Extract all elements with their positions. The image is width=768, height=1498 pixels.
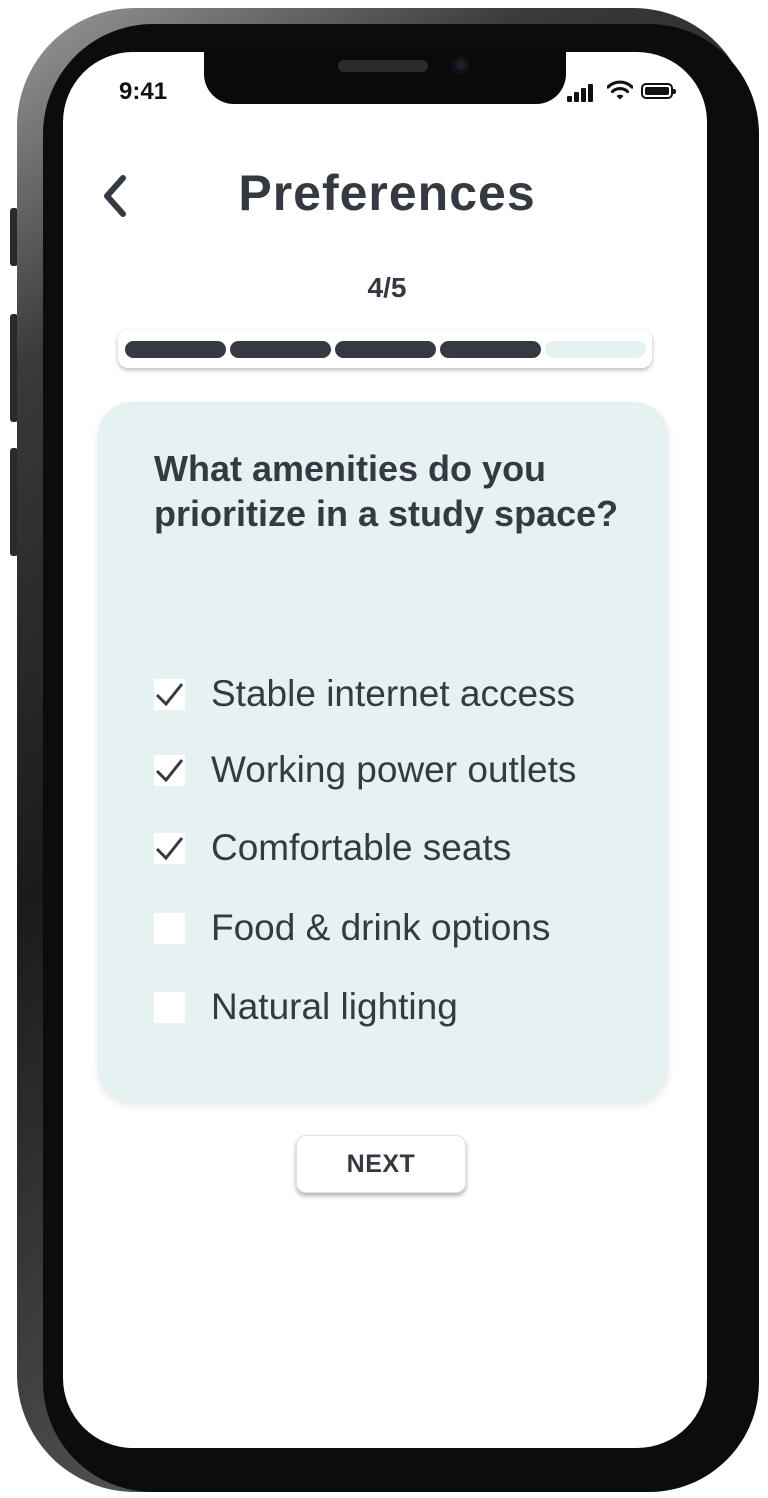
option-natural-lighting[interactable]: Natural lighting bbox=[154, 983, 458, 1031]
checkmark-icon bbox=[155, 758, 184, 782]
notch bbox=[204, 52, 566, 104]
checkbox[interactable] bbox=[154, 912, 185, 944]
checkbox[interactable] bbox=[154, 678, 185, 710]
question-card: What amenities do you prioritize in a st… bbox=[98, 402, 668, 1102]
step-counter: 4/5 bbox=[367, 272, 407, 303]
option-comfortable-seats[interactable]: Comfortable seats bbox=[154, 824, 511, 872]
checkmark-icon bbox=[155, 682, 184, 706]
next-button[interactable]: NEXT bbox=[296, 1135, 466, 1193]
front-camera bbox=[452, 56, 470, 74]
option-label: Natural lighting bbox=[211, 986, 458, 1027]
option-power-outlets[interactable]: Working power outlets bbox=[154, 746, 576, 794]
question-text: What amenities do you prioritize in a st… bbox=[154, 448, 619, 534]
option-label: Working power outlets bbox=[211, 749, 577, 790]
progress-segment bbox=[335, 341, 436, 358]
option-label: Comfortable seats bbox=[211, 827, 512, 868]
checkmark-icon bbox=[155, 836, 184, 860]
progress-segment bbox=[230, 341, 331, 358]
page-title: Preferences bbox=[238, 165, 536, 221]
wifi-icon bbox=[607, 80, 633, 100]
checkbox[interactable] bbox=[154, 991, 185, 1023]
checkbox[interactable] bbox=[154, 754, 185, 786]
option-label: Food & drink options bbox=[211, 907, 551, 948]
status-time: 9:41 bbox=[119, 78, 168, 105]
phone-screen: 9:41 Preferences 4/5 What amenities do y… bbox=[63, 52, 707, 1448]
progress-segment bbox=[440, 341, 541, 358]
checkbox[interactable] bbox=[154, 832, 185, 864]
option-label: Stable internet access bbox=[211, 673, 576, 714]
speaker bbox=[338, 60, 428, 72]
battery-icon bbox=[641, 83, 676, 99]
option-stable-internet[interactable]: Stable internet access bbox=[154, 670, 575, 718]
option-food-drink[interactable]: Food & drink options bbox=[154, 904, 550, 952]
progress-segment bbox=[545, 341, 646, 358]
signal-icon bbox=[567, 82, 599, 102]
progress-bar bbox=[118, 330, 652, 368]
progress-segment bbox=[125, 341, 226, 358]
